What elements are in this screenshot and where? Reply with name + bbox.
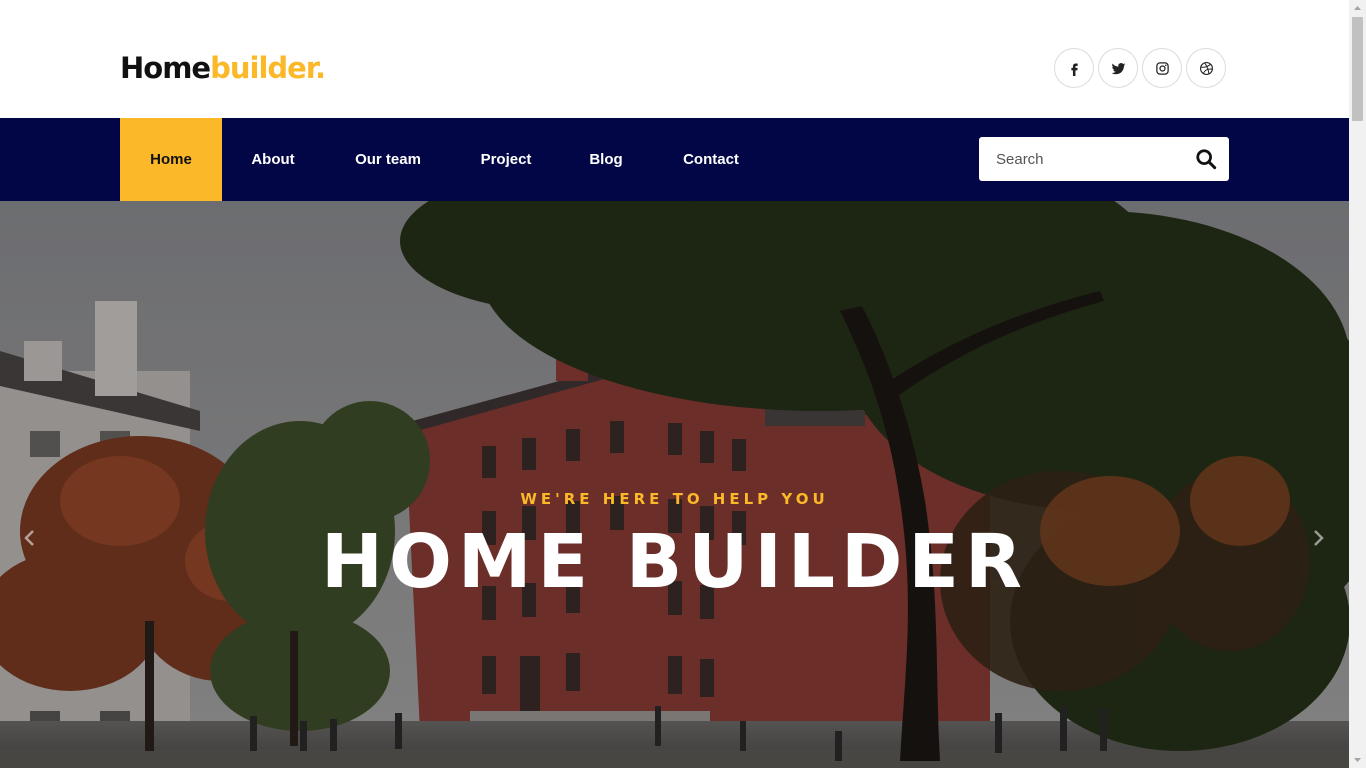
hero-title: HOME BUILDER xyxy=(321,519,1028,605)
nav-item-label: Home xyxy=(150,151,192,168)
nav-item-about[interactable]: About xyxy=(222,118,324,201)
nav-item-our-team[interactable]: Our team xyxy=(324,118,452,201)
nav-item-blog[interactable]: Blog xyxy=(560,118,652,201)
scrollbar-thumb[interactable] xyxy=(1352,17,1363,121)
scroll-down-arrow-icon[interactable] xyxy=(1349,751,1366,768)
top-header: Homebuilder. xyxy=(0,0,1349,118)
hero-background-image xyxy=(0,201,1349,768)
nav-item-project[interactable]: Project xyxy=(452,118,560,201)
instagram-icon xyxy=(1155,61,1169,75)
page-scrollbar[interactable] xyxy=(1349,0,1366,768)
nav-item-label: Blog xyxy=(589,151,623,168)
logo-part-home: Home xyxy=(120,51,211,85)
facebook-icon xyxy=(1070,63,1078,76)
logo-part-builder: builder. xyxy=(210,51,326,85)
slider-prev-arrow-icon[interactable] xyxy=(18,526,42,550)
slider-next-arrow-icon[interactable] xyxy=(1306,526,1330,550)
instagram-link[interactable] xyxy=(1142,48,1182,88)
nav-item-contact[interactable]: Contact xyxy=(652,118,770,201)
nav-item-home[interactable]: Home xyxy=(120,118,222,201)
nav-menu: Home About Our team Project Blog Contact xyxy=(120,118,770,201)
logo[interactable]: Homebuilder. xyxy=(120,50,326,86)
search-box xyxy=(979,137,1229,181)
twitter-icon xyxy=(1111,62,1125,74)
main-navbar: Home About Our team Project Blog Contact xyxy=(0,118,1349,201)
dribbble-link[interactable] xyxy=(1186,48,1226,88)
scroll-up-arrow-icon[interactable] xyxy=(1349,0,1366,17)
nav-item-label: Contact xyxy=(683,151,739,168)
social-links xyxy=(1054,48,1226,88)
nav-item-label: Project xyxy=(480,151,532,168)
page: Homebuilder. Home About Our team Project… xyxy=(0,0,1349,768)
hero-subtitle: WE'RE HERE TO HELP YOU xyxy=(520,490,829,508)
facebook-link[interactable] xyxy=(1054,48,1094,88)
search-icon[interactable] xyxy=(1195,148,1217,170)
search-input[interactable] xyxy=(994,138,1188,180)
nav-item-label: Our team xyxy=(355,151,421,168)
hero-slider: WE'RE HERE TO HELP YOU HOME BUILDER xyxy=(0,201,1349,768)
dribbble-icon xyxy=(1199,61,1213,75)
nav-item-label: About xyxy=(251,151,295,168)
twitter-link[interactable] xyxy=(1098,48,1138,88)
